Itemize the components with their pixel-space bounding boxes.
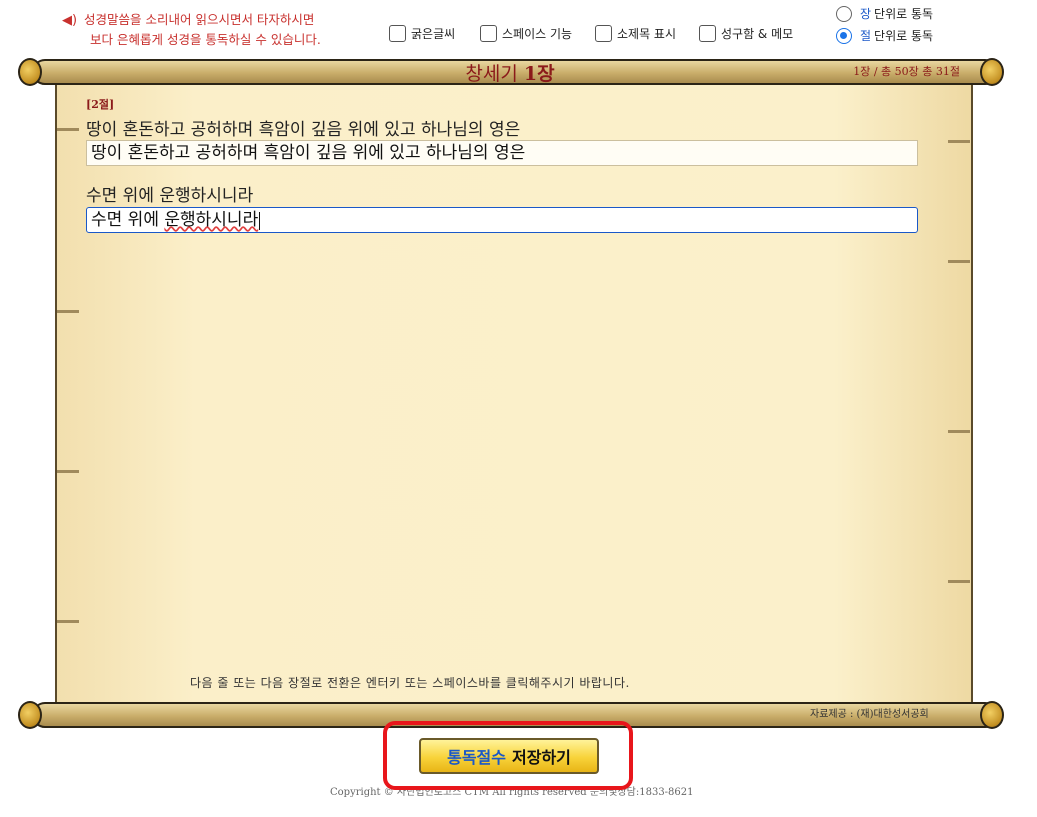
- scroll-knob-icon: [18, 701, 42, 729]
- chapter-counter: 1장 / 총 50장 총 31절: [853, 65, 960, 78]
- mode-chapter-key: 장: [860, 7, 872, 21]
- chapter-number: 1장: [523, 63, 555, 85]
- typing-field-1[interactable]: 땅이 혼돈하고 공허하며 흑암이 깊음 위에 있고 하나님의 영은: [86, 140, 918, 166]
- mode-verse-label: 단위로 통독: [874, 29, 934, 43]
- option-subtitle-label: 소제목 표시: [617, 26, 677, 41]
- option-bold-label: 굵은글씨: [411, 26, 456, 41]
- highlight-frame: [383, 721, 633, 790]
- navigation-hint: 다음 줄 또는 다음 장절로 전환은 엔터키 또는 스페이스바를 클릭해주시기 …: [190, 676, 630, 690]
- option-bold[interactable]: 굵은글씨: [389, 22, 455, 44]
- checkbox-subtitle[interactable]: [595, 24, 612, 42]
- radio-verse[interactable]: [836, 27, 852, 44]
- typed-text: 수면 위에: [91, 210, 165, 230]
- paper-tear: [57, 128, 79, 131]
- option-memo-label: 성구함 & 메모: [721, 26, 794, 41]
- verse-number: [2절]: [86, 98, 115, 111]
- data-source: 자료제공 : (재)대한성서공회: [810, 709, 929, 720]
- paper-tear: [948, 140, 970, 143]
- paper-tear: [948, 430, 970, 433]
- paper-tear: [57, 310, 79, 313]
- paper-tear: [948, 260, 970, 263]
- option-subtitle[interactable]: 소제목 표시: [595, 22, 676, 44]
- chapter-title: 창세기 1장: [360, 59, 660, 86]
- typed-text-spellcheck: 운행하시니라: [164, 210, 259, 230]
- reading-notice: ◀︎) 성경말씀을 소리내어 읽으시면서 타자하시면 보다 은혜롭게 성경을 통독…: [62, 10, 321, 49]
- scroll-paper: [55, 82, 973, 702]
- mode-chapter-label: 단위로 통독: [874, 7, 934, 21]
- paper-tear: [57, 620, 79, 623]
- notice-line-1: 성경말씀을 소리내어 읽으시면서 타자하시면: [84, 12, 315, 27]
- option-space-label: 스페이스 기능: [502, 26, 573, 41]
- scroll-knob-icon: [980, 58, 1004, 86]
- verse-reference-line-1: 땅이 혼돈하고 공허하며 흑암이 깊음 위에 있고 하나님의 영은: [86, 120, 521, 140]
- mode-chapter[interactable]: 장 단위로 통독: [836, 5, 933, 22]
- option-space[interactable]: 스페이스 기능: [480, 22, 572, 44]
- checkbox-bold[interactable]: [389, 24, 406, 42]
- typing-field-2[interactable]: 수면 위에 운행하시니라: [86, 207, 918, 233]
- verse-reference-line-2: 수면 위에 운행하시니라: [86, 186, 254, 206]
- checkbox-space[interactable]: [480, 24, 497, 42]
- mode-verse-key: 절: [860, 29, 872, 43]
- speaker-icon: ◀︎): [62, 13, 78, 28]
- chapter-book: 창세기: [465, 63, 524, 85]
- notice-line-2: 보다 은혜롭게 성경을 통독하실 수 있습니다.: [90, 32, 321, 47]
- checkbox-memo[interactable]: [699, 24, 716, 42]
- option-memo[interactable]: 성구함 & 메모: [699, 22, 793, 44]
- scroll-knob-icon: [18, 58, 42, 86]
- radio-chapter[interactable]: [836, 5, 852, 22]
- paper-tear: [948, 580, 970, 583]
- text-caret: [259, 211, 261, 230]
- mode-verse[interactable]: 절 단위로 통독: [836, 27, 933, 44]
- scroll-knob-icon: [980, 701, 1004, 729]
- paper-tear: [57, 470, 79, 473]
